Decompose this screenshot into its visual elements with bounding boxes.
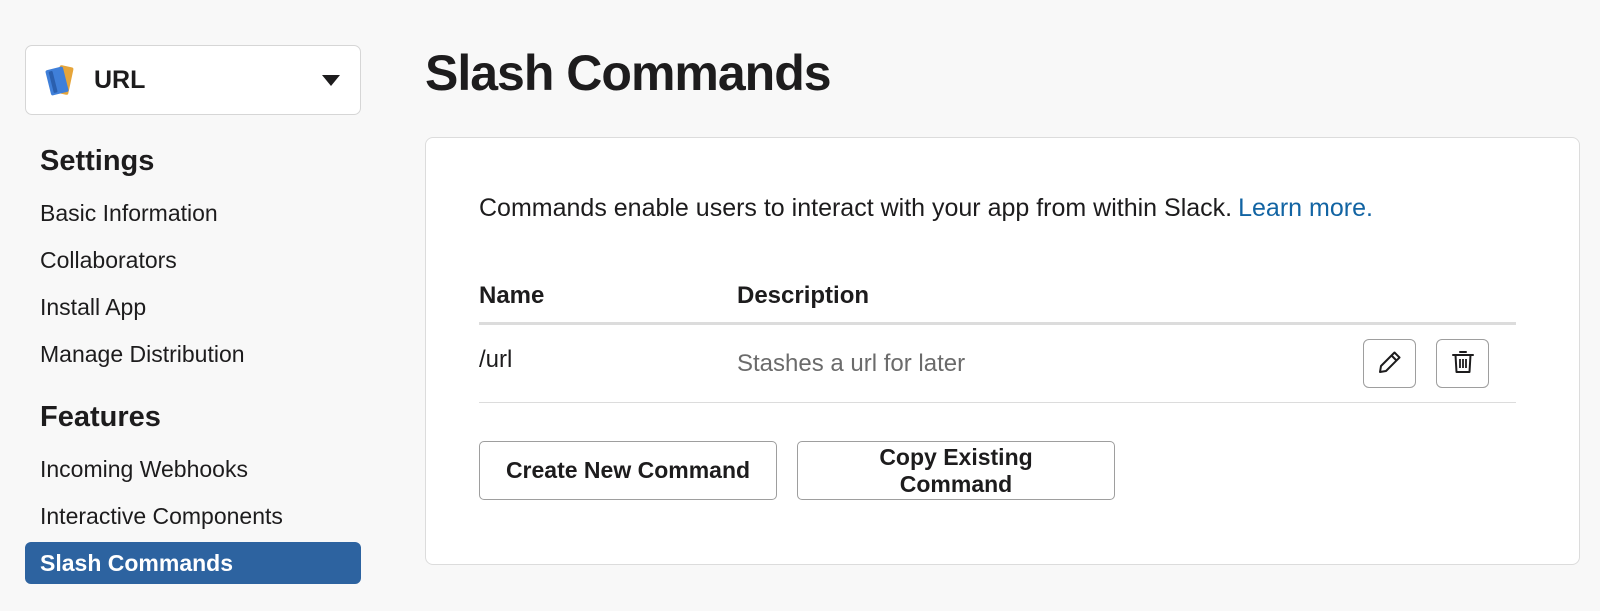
command-description: Stashes a url for later: [737, 349, 966, 377]
page-title: Slash Commands: [425, 45, 832, 101]
intro-description: Commands enable users to interact with y…: [479, 194, 1233, 222]
table-header: Name Description: [479, 269, 1516, 325]
column-header-name: Name: [479, 281, 545, 309]
command-name: /url: [479, 345, 513, 373]
copy-existing-command-button[interactable]: Copy Existing Command: [797, 441, 1115, 500]
sidebar-item-slash-commands[interactable]: Slash Commands: [25, 542, 361, 584]
learn-more-link[interactable]: Learn more.: [1238, 194, 1373, 222]
column-header-description: Description: [737, 281, 870, 309]
delete-command-button[interactable]: [1436, 339, 1489, 388]
commands-table: Name Description /url Stashes a url for …: [479, 269, 1516, 403]
create-new-command-button[interactable]: Create New Command: [479, 441, 777, 500]
table-row: /url Stashes a url for later: [479, 325, 1516, 403]
sidebar-item-basic-information[interactable]: Basic Information: [25, 192, 361, 234]
pencil-icon: [1376, 348, 1404, 379]
app-name: URL: [94, 65, 146, 94]
trash-icon: [1449, 348, 1477, 379]
chevron-down-icon: [320, 73, 342, 87]
intro-text: Commands enable users to interact with y…: [479, 194, 1373, 223]
row-actions: [1363, 339, 1489, 388]
features-nav: Incoming Webhooks Interactive Components…: [25, 448, 361, 584]
settings-heading: Settings: [40, 145, 155, 177]
sidebar-item-collaborators[interactable]: Collaborators: [25, 239, 361, 281]
commands-card: Commands enable users to interact with y…: [425, 137, 1580, 565]
sidebar-item-incoming-webhooks[interactable]: Incoming Webhooks: [25, 448, 361, 490]
settings-nav: Basic Information Collaborators Install …: [25, 192, 361, 375]
sidebar-item-install-app[interactable]: Install App: [25, 286, 361, 328]
sidebar: URL Settings Basic Information Collabora…: [25, 45, 361, 589]
edit-command-button[interactable]: [1363, 339, 1416, 388]
book-icon: [42, 62, 78, 98]
features-heading: Features: [40, 401, 161, 433]
app-switcher[interactable]: URL: [25, 45, 361, 115]
command-actions: Create New Command Copy Existing Command: [479, 441, 1115, 500]
sidebar-item-interactive-components[interactable]: Interactive Components: [25, 495, 361, 537]
sidebar-item-manage-distribution[interactable]: Manage Distribution: [25, 333, 361, 375]
